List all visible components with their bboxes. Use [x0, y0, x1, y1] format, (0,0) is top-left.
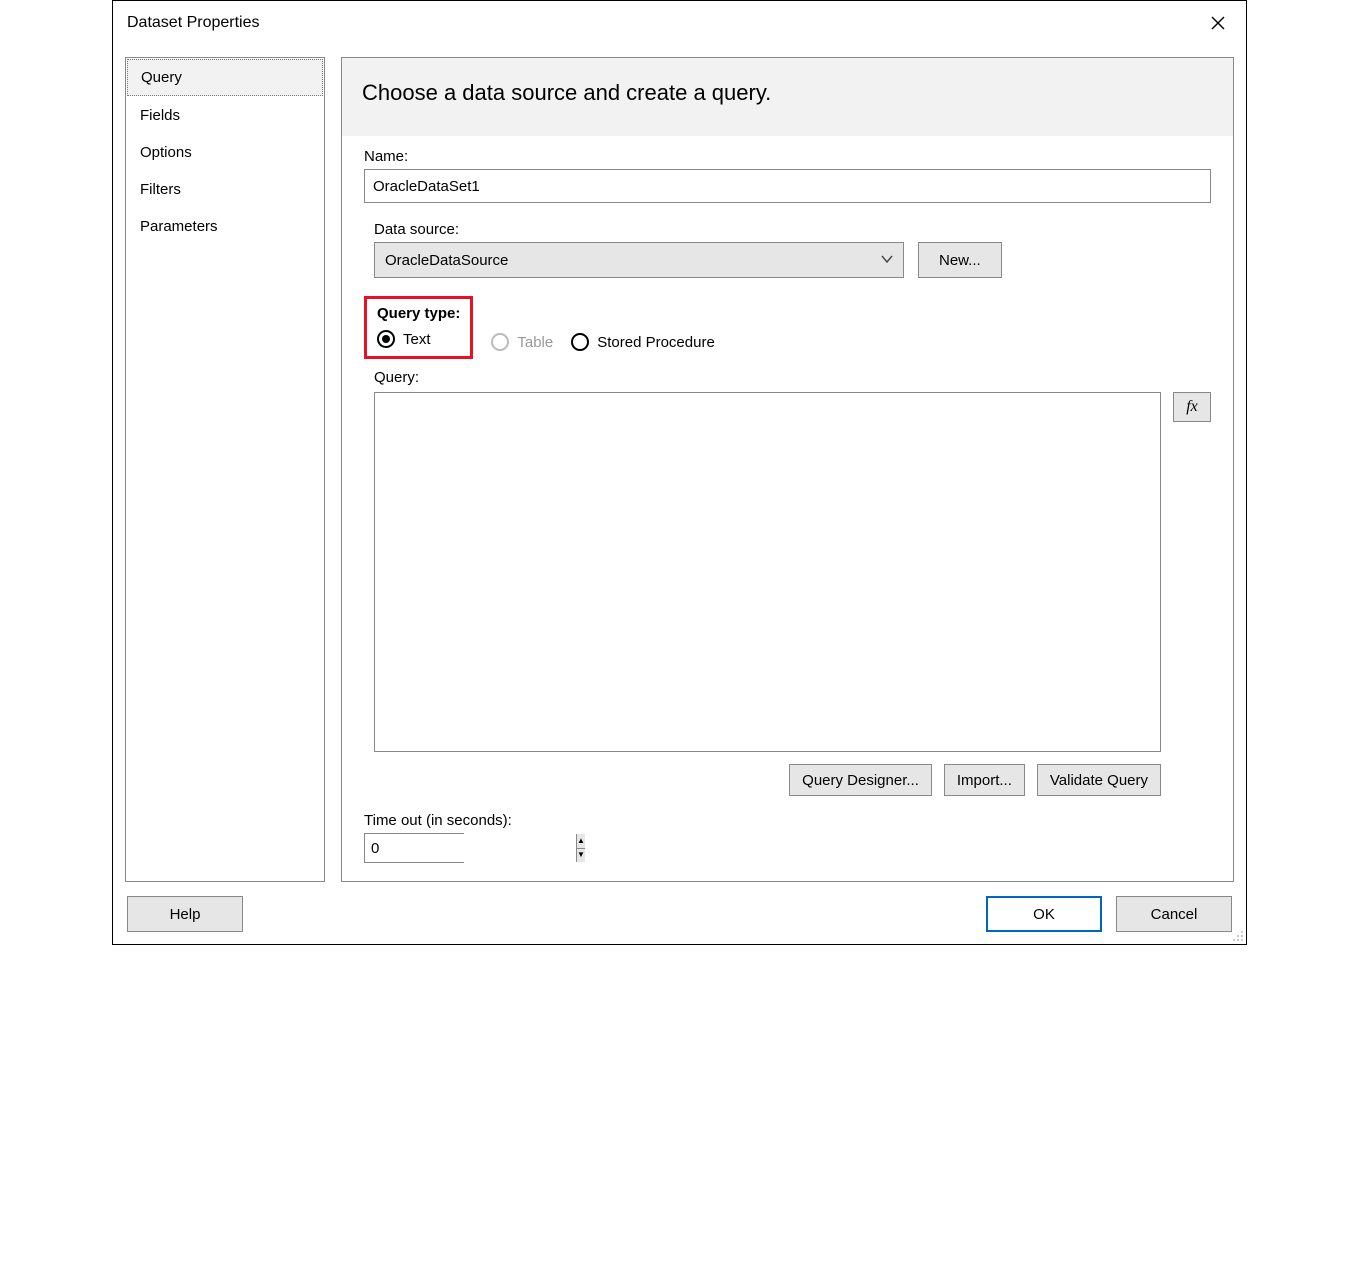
help-button[interactable]: Help — [127, 896, 243, 932]
sidebar-nav: Query Fields Options Filters Parameters — [125, 57, 325, 882]
nav-item-label: Parameters — [140, 218, 218, 235]
button-label: Help — [170, 906, 201, 923]
dialog-body: Query Fields Options Filters Parameters … — [113, 45, 1246, 886]
dialog-footer: Help OK Cancel — [113, 886, 1246, 944]
nav-item-options[interactable]: Options — [126, 134, 324, 171]
datasource-value: OracleDataSource — [385, 252, 508, 269]
radio-icon — [571, 333, 589, 351]
datasource-label: Data source: — [374, 221, 1211, 238]
radio-stored-procedure[interactable]: Stored Procedure — [571, 333, 715, 351]
name-input[interactable] — [364, 169, 1211, 203]
cancel-button[interactable]: Cancel — [1116, 896, 1232, 932]
radio-table: Table — [491, 333, 553, 351]
nav-item-label: Options — [140, 144, 192, 161]
nav-item-parameters[interactable]: Parameters — [126, 208, 324, 245]
nav-item-label: Fields — [140, 107, 180, 124]
validate-query-button[interactable]: Validate Query — [1037, 764, 1161, 796]
nav-item-filters[interactable]: Filters — [126, 171, 324, 208]
expression-button[interactable]: fx — [1173, 392, 1211, 422]
query-type-row: Query type: Text Table Stored Procedure — [364, 278, 1211, 359]
datasource-combo[interactable]: OracleDataSource — [374, 242, 904, 278]
button-label: Validate Query — [1050, 772, 1148, 789]
nav-item-fields[interactable]: Fields — [126, 97, 324, 134]
button-label: Query Designer... — [802, 772, 919, 789]
datasource-block: Data source: OracleDataSource New... — [364, 221, 1211, 278]
nav-item-query[interactable]: Query — [127, 59, 323, 96]
timeout-input[interactable] — [365, 834, 576, 862]
ok-button[interactable]: OK — [986, 896, 1102, 932]
import-button[interactable]: Import... — [944, 764, 1025, 796]
new-datasource-button[interactable]: New... — [918, 242, 1002, 278]
main-panel: Choose a data source and create a query.… — [341, 57, 1234, 882]
radio-label: Text — [403, 331, 431, 348]
radio-icon — [377, 330, 395, 348]
name-label: Name: — [364, 148, 1211, 165]
query-label: Query: — [374, 369, 1211, 386]
nav-item-label: Filters — [140, 181, 181, 198]
nav-item-label: Query — [141, 69, 182, 86]
close-button[interactable] — [1198, 3, 1238, 43]
chevron-down-icon — [881, 252, 893, 269]
dataset-properties-dialog: Dataset Properties Query Fields Options … — [112, 0, 1247, 945]
query-block: Query: fx Query Designer... — [364, 369, 1211, 796]
radio-text[interactable]: Text — [377, 330, 460, 348]
titlebar: Dataset Properties — [113, 1, 1246, 45]
timeout-label: Time out (in seconds): — [364, 812, 1211, 829]
radio-label: Table — [517, 334, 553, 351]
query-type-label: Query type: — [377, 305, 460, 322]
spinner-up-button[interactable]: ▲ — [577, 834, 585, 849]
close-icon — [1211, 16, 1225, 30]
radio-label: Stored Procedure — [597, 334, 715, 351]
radio-icon — [491, 333, 509, 351]
query-textarea[interactable] — [374, 392, 1161, 752]
window-title: Dataset Properties — [127, 14, 260, 32]
spinner-down-button[interactable]: ▼ — [577, 849, 585, 863]
button-label: New... — [939, 252, 981, 269]
fx-icon: fx — [1186, 398, 1198, 416]
button-label: Import... — [957, 772, 1012, 789]
panel-heading: Choose a data source and create a query. — [342, 58, 1233, 136]
button-label: Cancel — [1151, 906, 1198, 923]
resize-grip-icon[interactable] — [1230, 928, 1244, 942]
query-type-highlight: Query type: Text — [364, 296, 473, 359]
query-designer-button[interactable]: Query Designer... — [789, 764, 932, 796]
button-label: OK — [1033, 906, 1055, 923]
spinner-buttons: ▲ ▼ — [576, 834, 585, 862]
panel-content: Name: Data source: OracleDataSource New.… — [342, 136, 1233, 881]
timeout-spinner[interactable]: ▲ ▼ — [364, 833, 464, 863]
